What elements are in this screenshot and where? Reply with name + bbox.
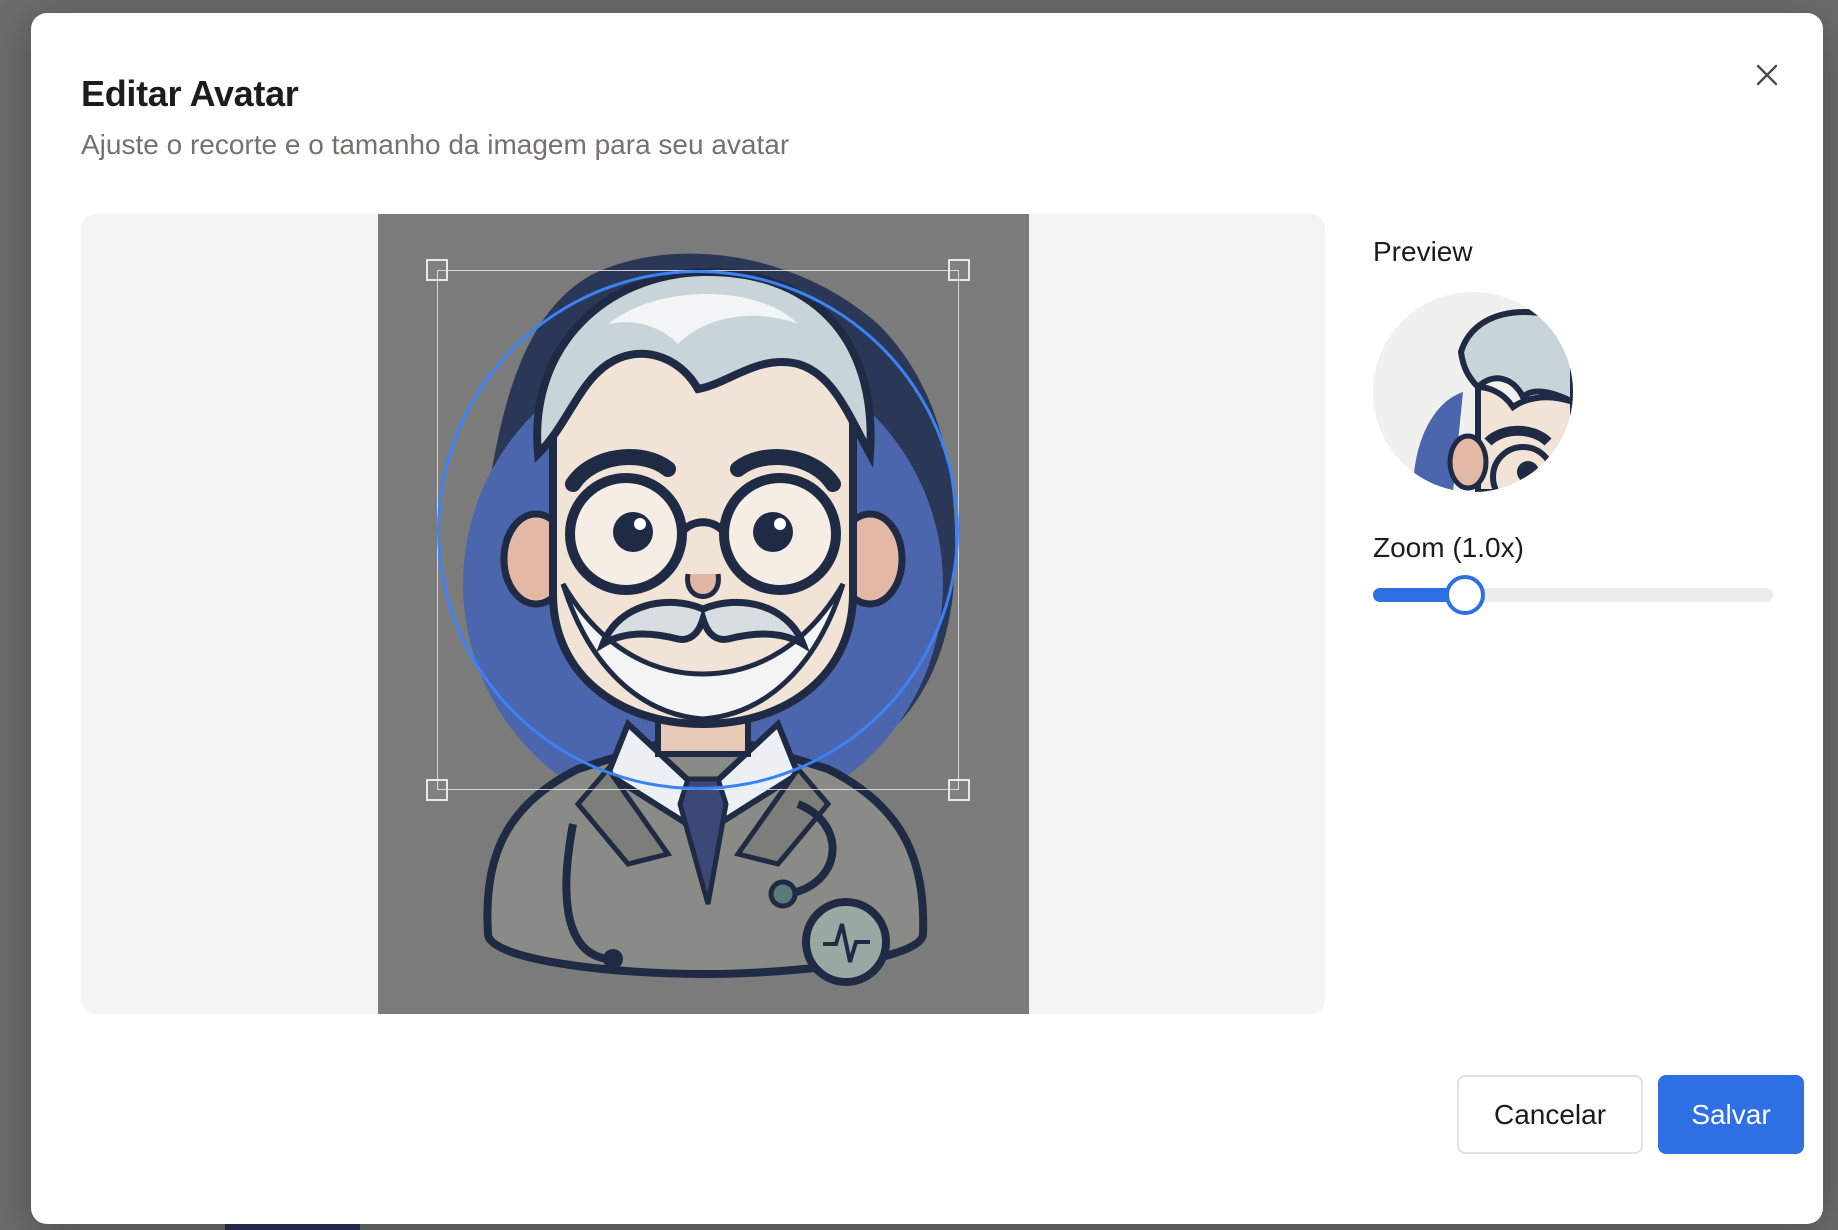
crop-handle-top-left[interactable] (426, 259, 448, 281)
close-button[interactable] (1749, 57, 1785, 93)
avatar-image-canvas[interactable] (378, 214, 1029, 1014)
close-icon (1756, 64, 1778, 86)
crop-handle-bottom-left[interactable] (426, 779, 448, 801)
zoom-label: Zoom (1.0x) (1373, 532, 1524, 563)
avatar-preview (1373, 292, 1573, 492)
zoom-slider[interactable] (1373, 575, 1773, 615)
crop-area (81, 214, 1325, 1014)
dialog-subtitle: Ajuste o recorte e o tamanho da imagem p… (81, 129, 790, 160)
crop-selection-box[interactable] (426, 259, 970, 801)
crop-handle-top-right[interactable] (948, 259, 970, 281)
cancel-button[interactable]: Cancelar (1457, 1075, 1643, 1154)
dialog-title: Editar Avatar (81, 73, 299, 114)
crop-circle-outline (437, 270, 959, 790)
crop-handle-bottom-right[interactable] (948, 779, 970, 801)
avatar-preview-image (1373, 292, 1573, 492)
zoom-slider-thumb[interactable] (1445, 575, 1485, 615)
save-button[interactable]: Salvar (1658, 1075, 1804, 1154)
edit-avatar-dialog: Editar Avatar Ajuste o recorte e o taman… (31, 13, 1823, 1224)
preview-label: Preview (1373, 236, 1473, 267)
